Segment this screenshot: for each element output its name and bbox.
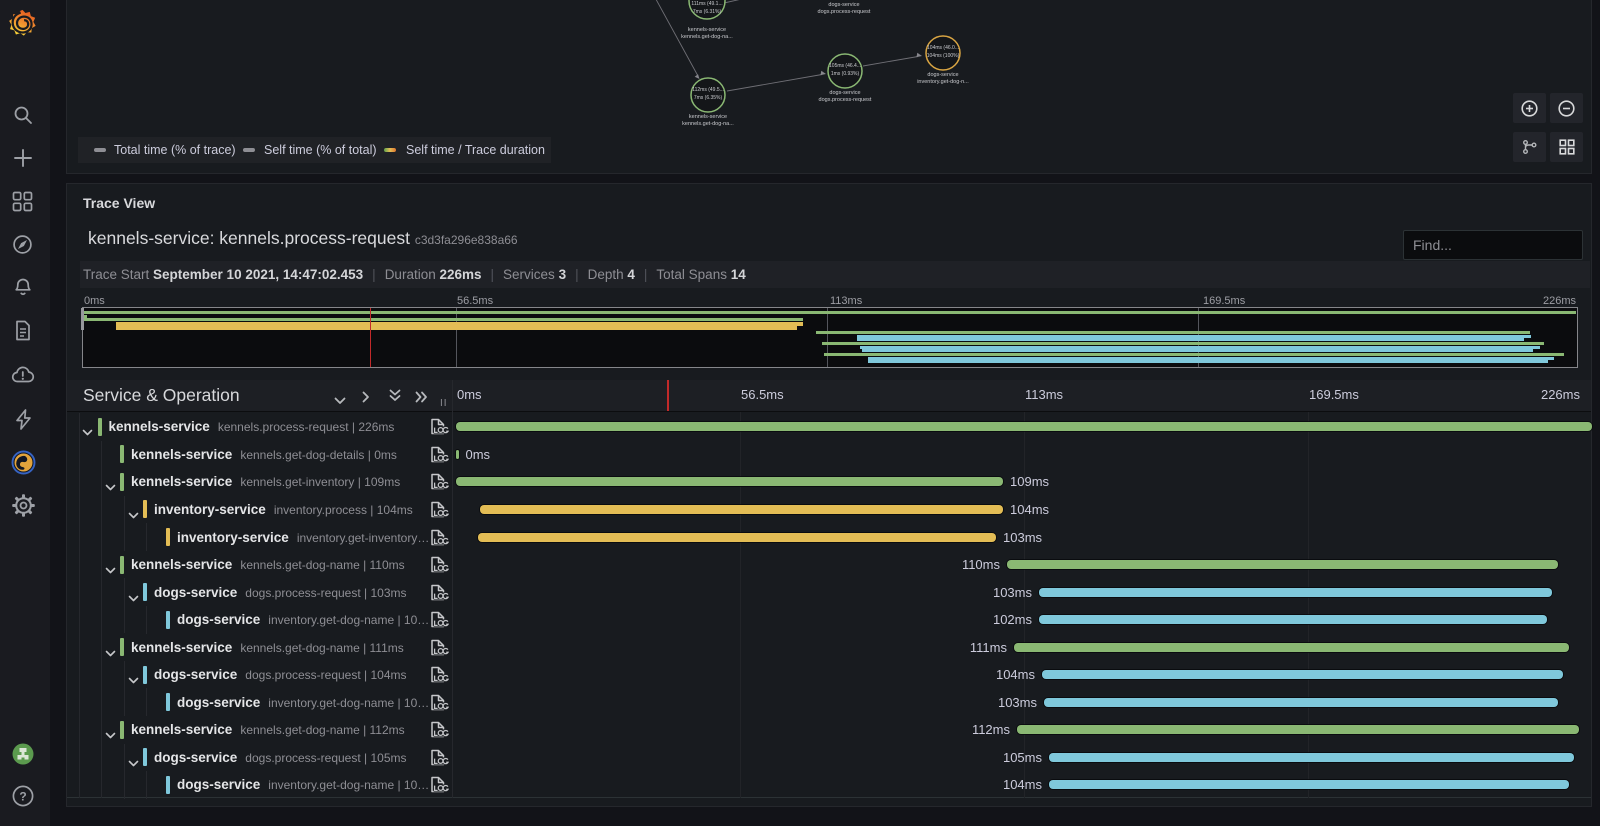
svg-text:?: ? [19, 789, 26, 803]
